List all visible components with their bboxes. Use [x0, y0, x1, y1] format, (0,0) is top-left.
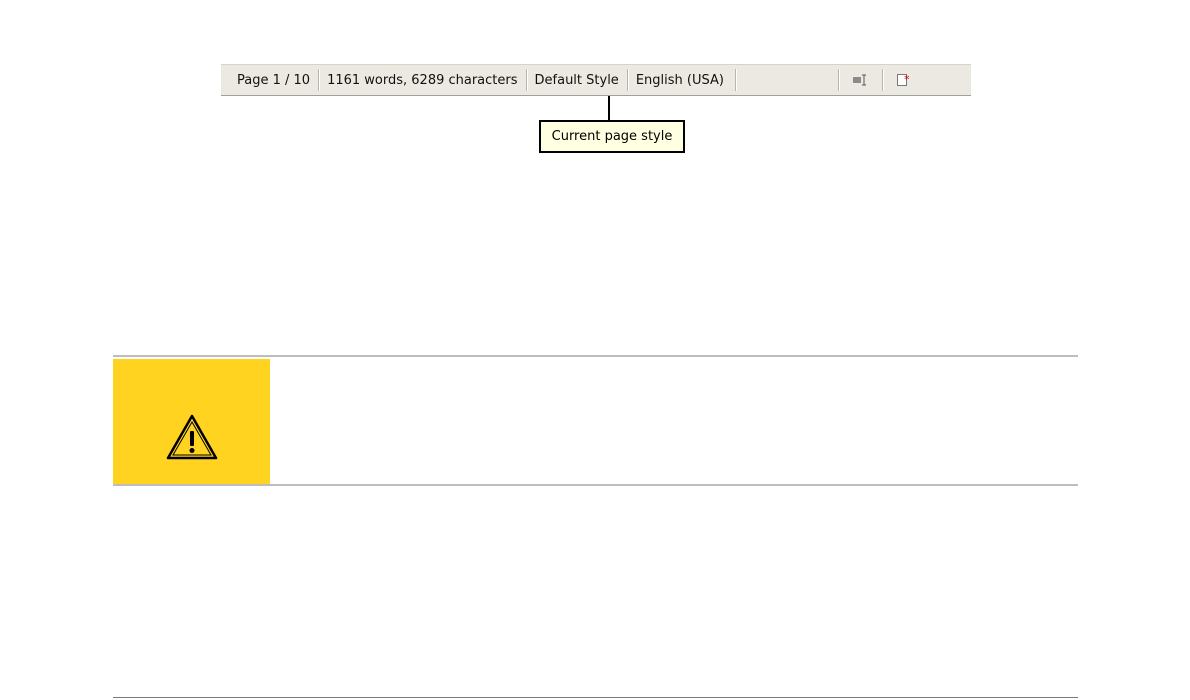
document-page: Page 1 / 10 1161 words, 6289 characters … [0, 0, 1190, 700]
caution-icon-cell [113, 359, 270, 484]
tooltip-pointer-line [608, 96, 610, 120]
tooltip-text: Current page style [551, 129, 673, 144]
page-style-label: Default Style [534, 72, 619, 88]
word-count-label: 1161 words, 6289 characters [327, 72, 518, 88]
page-number-label: Page 1 / 10 [237, 72, 311, 88]
language-field[interactable]: English (USA) [628, 69, 736, 91]
selection-mode-field[interactable] [839, 69, 883, 91]
document-modified-field[interactable]: * [883, 69, 923, 91]
footer-divider [113, 697, 1078, 698]
insert-mode-field[interactable] [736, 69, 839, 91]
svg-text:*: * [904, 73, 910, 86]
language-label: English (USA) [635, 72, 724, 88]
word-count-field[interactable]: 1161 words, 6289 characters [319, 69, 527, 91]
tooltip: Current page style [539, 120, 685, 153]
document-modified-icon: * [896, 73, 910, 86]
caution-box [113, 355, 1078, 486]
page-style-field[interactable]: Default Style [527, 69, 628, 91]
selection-mode-icon [853, 74, 867, 86]
warning-icon [166, 414, 217, 459]
page-number-field[interactable]: Page 1 / 10 [221, 69, 320, 91]
status-bar: Page 1 / 10 1161 words, 6289 characters … [221, 64, 971, 96]
